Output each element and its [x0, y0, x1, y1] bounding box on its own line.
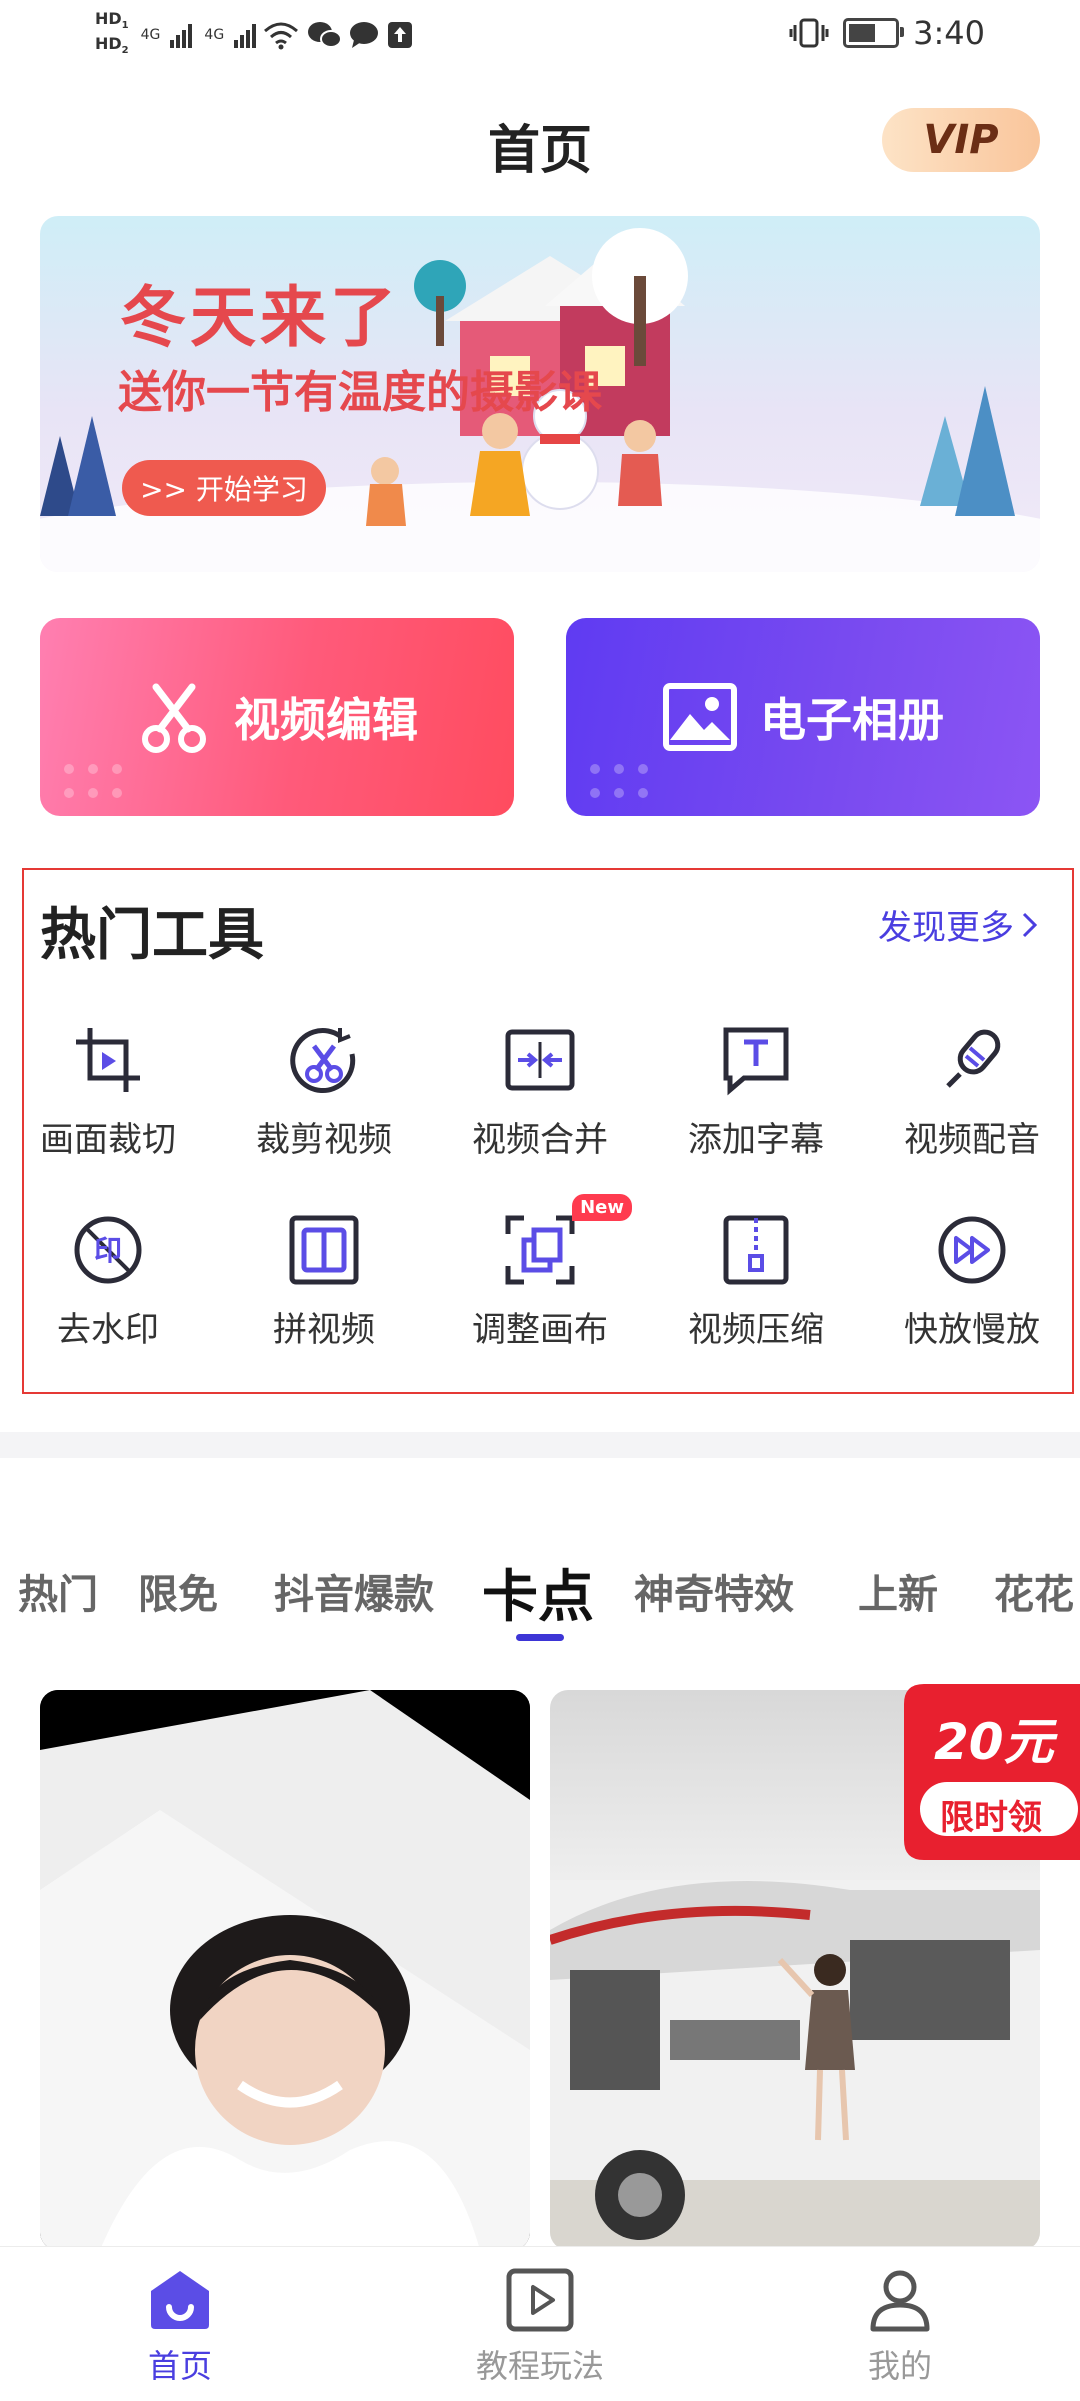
- tool-label: 添加字幕: [688, 1120, 824, 1160]
- tutorial-play-icon: [506, 2268, 574, 2332]
- tool-adjust-canvas[interactable]: New 调整画布: [432, 1194, 648, 1351]
- start-learning-button[interactable]: >> 开始学习: [122, 460, 326, 516]
- decor-dots: [64, 764, 122, 798]
- watermark-remove-icon: 印: [72, 1214, 144, 1286]
- nav-home-label: 首页: [147, 2347, 212, 2385]
- video-edit-label: 视频编辑: [234, 693, 418, 747]
- coupon-badge[interactable]: 20元 限时领: [900, 1684, 1080, 1860]
- network-1-label: 4G: [140, 27, 161, 44]
- wifi-icon: [264, 22, 299, 50]
- nav-home[interactable]: 首页: [80, 2267, 280, 2387]
- promo-banner[interactable]: 冬天来了 送你一节有温度的摄影课 >> 开始学习: [40, 216, 1040, 572]
- hd-indicator: HD1 HD2: [95, 10, 129, 60]
- split-screen-icon: [288, 1214, 360, 1286]
- coupon-amount: 20元: [934, 1713, 1054, 1771]
- status-left: HD1 HD2 4G 4G: [95, 10, 414, 60]
- tool-compress-video[interactable]: 视频压缩: [648, 1214, 864, 1351]
- tool-crop[interactable]: 画面裁切: [0, 1024, 216, 1161]
- tool-label: 画面裁切: [40, 1120, 176, 1160]
- zip-icon: [720, 1214, 792, 1286]
- nav-tutorials-label: 教程玩法: [475, 2347, 604, 2385]
- template-card[interactable]: [40, 1690, 530, 2250]
- photo-album-button[interactable]: 电子相册: [566, 618, 1040, 816]
- category-tab[interactable]: 限免: [138, 1562, 218, 1620]
- nav-tutorials[interactable]: 教程玩法: [440, 2267, 640, 2387]
- tool-label: 调整画布: [472, 1310, 608, 1350]
- home-icon: [151, 2271, 209, 2329]
- hd2-sub: 2: [121, 45, 129, 57]
- mic-icon: [936, 1024, 1008, 1096]
- message-icon: [350, 22, 379, 49]
- video-edit-button[interactable]: 视频编辑: [40, 618, 514, 816]
- active-tab-indicator: [516, 1634, 564, 1641]
- merge-icon: [504, 1024, 576, 1096]
- vibrate-icon: [789, 18, 829, 48]
- tool-label: 去水印: [57, 1310, 159, 1350]
- category-tabs: 热门 限免 抖音爆款 卡点 神奇特效 上新 花花: [0, 1552, 1080, 1630]
- scissors-circle-icon: [288, 1024, 360, 1096]
- svg-text:印: 印: [94, 1234, 122, 1267]
- battery-icon: [843, 18, 905, 48]
- decor-dots: [590, 764, 648, 798]
- hd1-text: HD: [95, 9, 122, 28]
- signal-1-icon: [170, 22, 193, 49]
- card-thumbnail-image: [40, 1690, 530, 2250]
- tool-label: 裁剪视频: [256, 1120, 392, 1160]
- banner-title: 冬天来了: [120, 279, 400, 356]
- new-badge: New: [572, 1194, 632, 1221]
- section-divider: [0, 1432, 1080, 1458]
- tool-speed[interactable]: 快放慢放: [864, 1214, 1080, 1351]
- vip-button[interactable]: VIP: [882, 108, 1040, 172]
- canvas-icon: New: [504, 1194, 632, 1286]
- upload-icon: [388, 22, 413, 49]
- bottom-navigation: 首页 教程玩法 我的: [0, 2246, 1080, 2401]
- hd1-sub: 1: [121, 20, 129, 32]
- hot-tools-title: 热门工具: [40, 903, 264, 968]
- tool-trim-video[interactable]: 裁剪视频: [216, 1024, 432, 1161]
- status-bar: HD1 HD2 4G 4G 3:40: [0, 0, 1080, 80]
- nav-profile-label: 我的: [867, 2347, 932, 2385]
- tool-add-subtitle[interactable]: 添加字幕: [648, 1024, 864, 1161]
- coupon-label: 限时领: [940, 1798, 1042, 1838]
- category-tab[interactable]: 抖音爆款: [274, 1562, 434, 1620]
- nav-profile[interactable]: 我的: [800, 2267, 1000, 2387]
- tool-split-video[interactable]: 拼视频: [216, 1214, 432, 1351]
- profile-icon: [870, 2270, 930, 2332]
- tool-label: 视频压缩: [688, 1310, 824, 1350]
- speed-icon: [936, 1214, 1008, 1286]
- tool-dubbing[interactable]: 视频配音: [864, 1024, 1080, 1161]
- category-tab[interactable]: 花花: [994, 1562, 1074, 1620]
- hd2-text: HD: [95, 34, 122, 54]
- tool-label: 视频配音: [904, 1120, 1040, 1160]
- image-icon: [663, 683, 737, 751]
- crop-icon: [72, 1024, 144, 1096]
- chevron-right-icon: [1022, 912, 1038, 937]
- category-tab-active[interactable]: 卡点: [482, 1552, 594, 1633]
- status-right: 3:40: [789, 14, 985, 52]
- photo-album-label: 电子相册: [760, 693, 944, 747]
- status-time: 3:40: [913, 14, 985, 52]
- subtitle-icon: [720, 1024, 792, 1096]
- discover-more-label: 发现更多: [878, 908, 1014, 948]
- tool-label: 快放慢放: [904, 1310, 1040, 1350]
- category-tab[interactable]: 上新: [858, 1562, 938, 1620]
- scissors-icon: [142, 683, 206, 753]
- network-2-label: 4G: [204, 27, 225, 44]
- discover-more-link[interactable]: 发现更多: [878, 900, 1040, 949]
- category-tab[interactable]: 神奇特效: [634, 1562, 794, 1620]
- tool-merge-video[interactable]: 视频合并: [432, 1024, 648, 1161]
- signal-2-icon: [234, 22, 257, 49]
- tool-remove-watermark[interactable]: 印 去水印: [0, 1214, 216, 1351]
- banner-subtitle: 送你一节有温度的摄影课: [118, 367, 602, 418]
- tool-label: 视频合并: [472, 1120, 608, 1160]
- wechat-icon: [308, 22, 343, 49]
- tool-label: 拼视频: [273, 1310, 375, 1350]
- category-tab[interactable]: 热门: [18, 1562, 98, 1620]
